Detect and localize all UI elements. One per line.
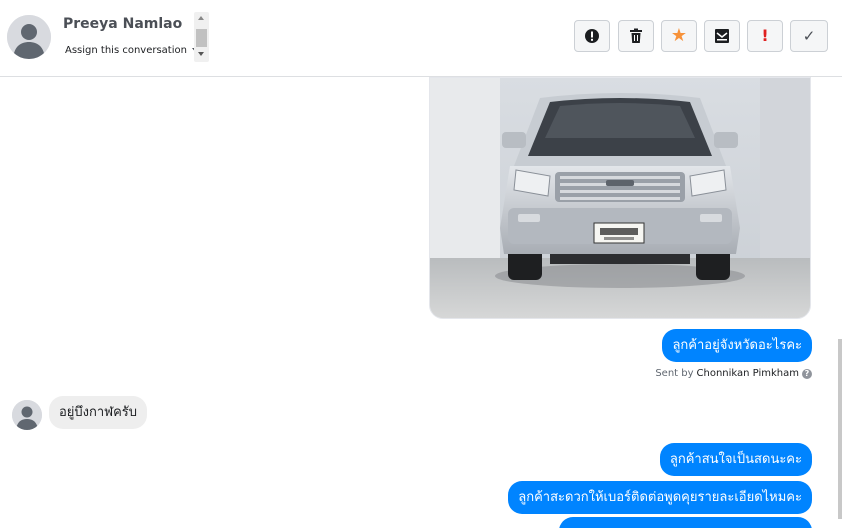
outgoing-message[interactable]: ลูกค้าอยู่จังหวัดอะไรคะ	[662, 329, 812, 362]
scroll-up-arrow-icon[interactable]	[198, 16, 204, 20]
checkmark-icon: ✓	[802, 26, 816, 45]
sent-by-prefix: Sent by	[655, 368, 694, 379]
assign-conversation-dropdown[interactable]: Assign this conversation	[65, 45, 202, 56]
contact-avatar-small	[12, 400, 42, 430]
sent-by-info: Sent by Chonnikan Pimkham ?	[655, 368, 812, 379]
sent-by-agent-name: Chonnikan Pimkham	[696, 368, 799, 379]
help-icon[interactable]: ?	[802, 368, 812, 379]
envelope-icon	[715, 29, 729, 43]
outgoing-message[interactable]: ลูกค้าสะดวกให้เบอร์ติดต่อพูดคุยรายละเอีย…	[508, 481, 812, 514]
delete-button[interactable]	[618, 20, 654, 52]
car-photo-attachment[interactable]	[429, 77, 811, 319]
car-photo-image	[430, 78, 810, 318]
thread-scrollbar[interactable]	[838, 339, 842, 519]
mark-unread-button[interactable]	[704, 20, 740, 52]
message-thread[interactable]: ลูกค้าอยู่จังหวัดอะไรคะ Sent by Chonnika…	[0, 77, 842, 528]
incoming-message[interactable]: อยู่บึงกาฬครับ	[49, 396, 148, 429]
outgoing-message[interactable]: ลูกค้าสนใจเป็นสดนะคะ	[659, 443, 812, 476]
mark-spam-button[interactable]	[574, 20, 610, 52]
conversation-header: Preeya Namlao Assign this conversation ★	[0, 0, 842, 77]
star-button[interactable]: ★	[661, 20, 697, 52]
assign-label: Assign this conversation	[65, 45, 187, 56]
assign-scrollbar[interactable]	[194, 12, 209, 62]
scroll-down-arrow-icon[interactable]	[198, 52, 204, 56]
exclamation-icon: !	[761, 26, 769, 45]
scroll-thumb[interactable]	[196, 29, 207, 47]
star-icon: ★	[670, 25, 688, 46]
exclamation-circle-icon	[585, 29, 599, 43]
contact-name: Preeya Namlao	[63, 16, 183, 32]
important-button[interactable]: !	[747, 20, 783, 52]
outgoing-message-partial[interactable]	[559, 517, 812, 528]
mark-done-button[interactable]: ✓	[790, 20, 828, 52]
trash-icon	[630, 28, 642, 43]
contact-avatar	[7, 15, 51, 59]
